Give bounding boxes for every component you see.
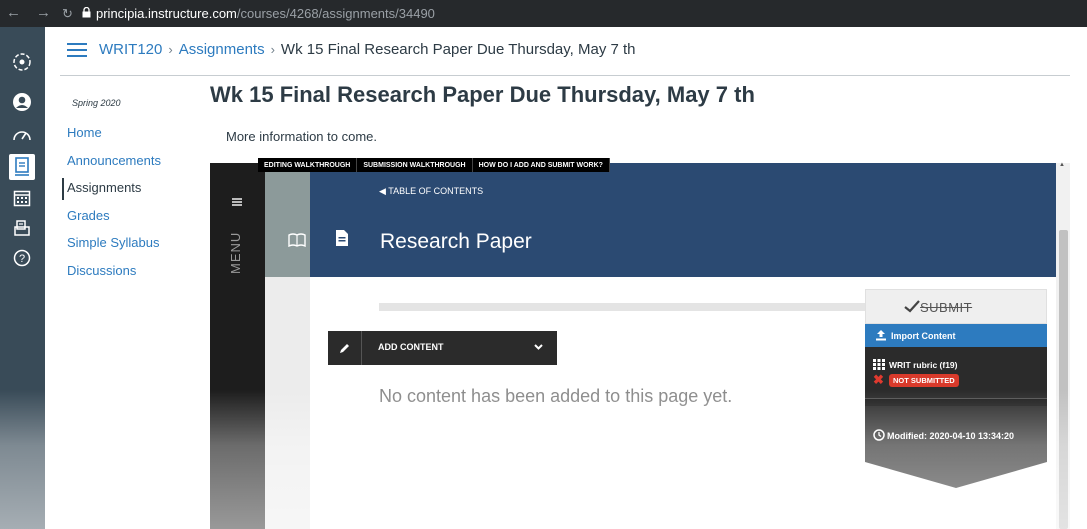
account-avatar-icon[interactable] — [9, 89, 35, 115]
checkmark-icon — [904, 300, 920, 313]
pencil-icon[interactable] — [328, 331, 362, 365]
breadcrumb-separator-icon: › — [168, 42, 173, 57]
browser-toolbar: ← → ↻ principia.instructure.com/courses/… — [0, 0, 1087, 27]
back-arrow-icon[interactable]: ← — [6, 4, 21, 22]
panel-divider — [865, 398, 1047, 406]
chevron-down-icon — [534, 344, 543, 350]
help-icon[interactable]: ? — [9, 245, 35, 271]
book-icon[interactable] — [288, 233, 306, 247]
import-content-label: Import Content — [891, 331, 956, 341]
url-path: /courses/4268/assignments/34490 — [236, 6, 435, 21]
global-navigation: ? — [0, 27, 45, 529]
status-badge: NOT SUBMITTED — [889, 374, 959, 387]
menu-grip-icon[interactable] — [232, 198, 242, 208]
empty-content-message: No content has been added to this page y… — [379, 386, 733, 406]
document-title: Research Paper — [380, 230, 532, 253]
institution-logo-icon[interactable] — [9, 49, 35, 75]
modified-timestamp: Modified: 2020-04-10 13:34:20 — [887, 431, 1015, 441]
breadcrumb-course[interactable]: WRIT120 — [99, 41, 162, 58]
rubric-link[interactable]: WRIT rubric (f19) — [889, 360, 957, 370]
x-mark-icon: ✖ — [873, 372, 884, 387]
course-nav-discussions[interactable]: Discussions — [67, 263, 136, 278]
rubric-grid-icon — [873, 359, 885, 370]
submission-walkthrough-link[interactable]: SUBMISSION WALKTHROUGH — [357, 158, 473, 172]
book-cell — [265, 163, 310, 277]
progress-track — [379, 303, 869, 311]
courses-icon[interactable] — [9, 154, 35, 180]
course-nav-home[interactable]: Home — [67, 125, 102, 140]
breadcrumb: WRIT120 › Assignments › Wk 15 Final Research… — [99, 41, 636, 58]
toc-label: TABLE OF CONTENTS — [388, 186, 484, 196]
course-menu-toggle-icon[interactable] — [67, 43, 87, 57]
document-icon — [336, 230, 348, 246]
course-nav-simple-syllabus[interactable]: Simple Syllabus — [67, 235, 160, 250]
page-title: Wk 15 Final Research Paper Due Thursday,… — [210, 82, 755, 107]
forward-arrow-icon[interactable]: → — [36, 4, 51, 22]
course-nav-announcements[interactable]: Announcements — [67, 153, 161, 168]
scroll-up-arrow-icon[interactable]: ▲ — [1059, 162, 1065, 168]
clock-icon — [873, 429, 885, 441]
breadcrumb-assignments[interactable]: Assignments — [179, 41, 265, 58]
breadcrumb-current: Wk 15 Final Research Paper Due Thursday,… — [280, 41, 636, 58]
breadcrumb-separator-icon: › — [270, 42, 275, 57]
course-nav-assignments[interactable]: Assignments — [67, 180, 141, 195]
tool-header — [310, 163, 1056, 277]
inbox-icon[interactable] — [9, 215, 35, 241]
import-content-button[interactable]: Import Content — [865, 324, 1047, 347]
editing-walkthrough-link[interactable]: EDITING WALKTHROUGH — [258, 158, 358, 172]
walkthrough-bar: EDITING WALKTHROUGH SUBMISSION WALKTHROU… — [258, 158, 610, 172]
assignment-description: More information to come. — [226, 129, 378, 144]
header-divider — [60, 75, 1070, 76]
add-content-dropdown[interactable]: ADD CONTENT — [328, 331, 557, 365]
table-of-contents-link[interactable]: ◀︎ TABLE OF CONTENTS — [379, 186, 483, 197]
panel-point — [865, 462, 1047, 488]
submit-button[interactable]: SUBMIT — [865, 289, 1047, 324]
active-nav-indicator — [62, 178, 64, 200]
url-domain: principia.instructure.com — [96, 6, 237, 21]
dashboard-icon[interactable] — [9, 121, 35, 147]
calendar-icon[interactable] — [9, 185, 35, 211]
reload-icon[interactable]: ↻ — [62, 5, 73, 23]
submit-label: SUBMIT — [920, 300, 973, 315]
add-content-label: ADD CONTENT — [378, 342, 444, 352]
back-circle-icon: ◀︎ — [379, 186, 386, 196]
svg-text:?: ? — [19, 253, 25, 265]
how-to-submit-link[interactable]: HOW DO I ADD AND SUBMIT WORK? — [473, 158, 610, 172]
term-label: Spring 2020 — [72, 98, 121, 108]
address-bar[interactable]: principia.instructure.com/courses/4268/a… — [96, 6, 435, 21]
tool-menu-rail[interactable] — [210, 163, 265, 529]
menu-label[interactable]: MENU — [228, 222, 243, 274]
course-nav-grades[interactable]: Grades — [67, 208, 110, 223]
upload-icon — [876, 330, 886, 341]
scrollbar-thumb[interactable] — [1059, 230, 1068, 529]
lock-icon — [82, 7, 91, 18]
